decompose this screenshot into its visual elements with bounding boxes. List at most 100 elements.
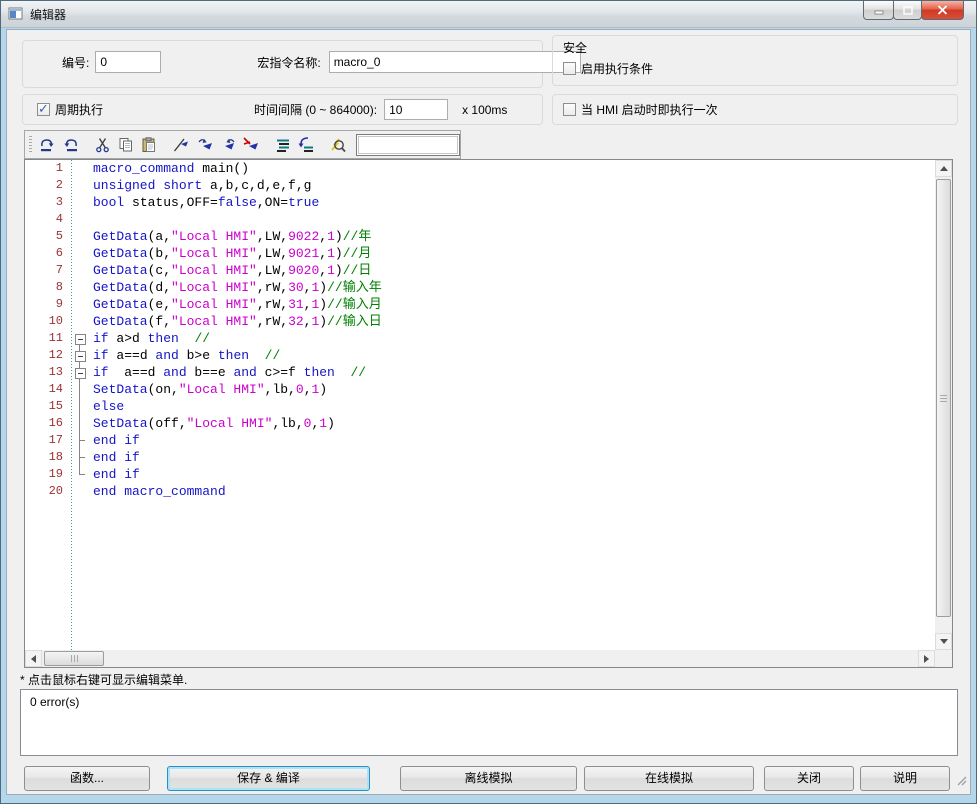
find-button[interactable] bbox=[327, 133, 350, 157]
macro-id-input[interactable] bbox=[95, 51, 161, 73]
code-line[interactable]: 11if a>d then // bbox=[25, 330, 935, 347]
code-line[interactable]: 10GetData(f,"Local HMI",rW,32,1)//输入日 bbox=[25, 313, 935, 330]
bookmark-prev-button[interactable] bbox=[216, 133, 239, 157]
code-line[interactable]: 16SetData(off,"Local HMI",lb,0,1) bbox=[25, 415, 935, 432]
close-dialog-button[interactable]: 关闭 bbox=[764, 766, 854, 791]
code-line[interactable]: 19 end if bbox=[25, 466, 935, 483]
macro-id-label: 编号: bbox=[62, 54, 89, 71]
code-line[interactable]: 14 SetData(on,"Local HMI",lb,0,1) bbox=[25, 381, 935, 398]
maximize-button[interactable] bbox=[893, 1, 922, 20]
scroll-right-button[interactable] bbox=[918, 650, 935, 667]
help-button[interactable]: 说明 bbox=[860, 766, 950, 791]
code-text: SetData(on,"Local HMI",lb,0,1) bbox=[93, 381, 327, 398]
compile-message: 0 error(s) bbox=[30, 695, 79, 709]
code-text: if a>d then // bbox=[93, 330, 210, 347]
fold-column bbox=[73, 262, 87, 279]
code-line[interactable]: 8GetData(d,"Local HMI",rW,30,1)//输入年 bbox=[25, 279, 935, 296]
line-number: 14 bbox=[25, 381, 69, 398]
startup-checkbox[interactable] bbox=[563, 103, 576, 116]
bookmark-clear-button[interactable] bbox=[239, 133, 262, 157]
code-line[interactable]: 5 GetData(a,"Local HMI",LW,9022,1)//年 bbox=[25, 228, 935, 245]
horizontal-scroll-thumb[interactable] bbox=[44, 651, 104, 666]
fold-column bbox=[73, 449, 87, 466]
redo-icon bbox=[62, 136, 80, 154]
code-line[interactable]: 18end if bbox=[25, 449, 935, 466]
fold-collapse-icon[interactable] bbox=[73, 330, 87, 347]
code-line[interactable]: 4 bbox=[25, 211, 935, 228]
minimize-icon bbox=[874, 6, 884, 15]
cut-button[interactable] bbox=[91, 133, 114, 157]
bookmark-clear-icon bbox=[242, 136, 260, 154]
outdent-button[interactable] bbox=[295, 133, 318, 157]
code-text: if a==d and b>e then // bbox=[93, 347, 280, 364]
resize-grip-icon[interactable] bbox=[953, 772, 967, 786]
code-line[interactable]: 20end macro_command bbox=[25, 483, 935, 500]
bookmark-next-button[interactable] bbox=[193, 133, 216, 157]
interval-input[interactable] bbox=[384, 99, 448, 120]
fold-collapse-icon[interactable] bbox=[73, 347, 87, 364]
enable-condition-checkbox[interactable] bbox=[563, 62, 576, 75]
code-line[interactable]: 17 end if bbox=[25, 432, 935, 449]
vertical-scrollbar[interactable] bbox=[935, 160, 952, 650]
code-text: if a==d and b==e and c>=f then // bbox=[93, 364, 366, 381]
line-number: 2 bbox=[25, 177, 69, 194]
code-text: end if bbox=[93, 432, 140, 449]
line-number: 19 bbox=[25, 466, 69, 483]
save-compile-button[interactable]: 保存 & 编译 bbox=[167, 766, 370, 791]
code-text: GetData(a,"Local HMI",LW,9022,1)//年 bbox=[93, 228, 371, 245]
code-text: GetData(d,"Local HMI",rW,30,1)//输入年 bbox=[93, 279, 382, 296]
code-line[interactable]: 12if a==d and b>e then // bbox=[25, 347, 935, 364]
functions-button[interactable]: 函数... bbox=[24, 766, 150, 791]
periodic-checkbox[interactable] bbox=[37, 103, 50, 116]
line-number: 17 bbox=[25, 432, 69, 449]
code-line[interactable]: 9GetData(e,"Local HMI",rW,31,1)//输入月 bbox=[25, 296, 935, 313]
line-number: 5 bbox=[25, 228, 69, 245]
titlebar[interactable]: 编辑器 bbox=[1, 1, 976, 28]
code-line[interactable]: 15else bbox=[25, 398, 935, 415]
code-line[interactable]: 3bool status,OFF=false,ON=true bbox=[25, 194, 935, 211]
code-line[interactable]: 2 unsigned short a,b,c,d,e,f,g bbox=[25, 177, 935, 194]
window-title: 编辑器 bbox=[30, 6, 66, 23]
bookmark-toggle-button[interactable] bbox=[170, 133, 193, 157]
fold-column bbox=[73, 466, 87, 483]
code-text: end if bbox=[93, 466, 140, 483]
outdent-icon bbox=[297, 136, 315, 154]
editor-dialog: 编号: 宏指令名称: 安全 启用执行条件 周期执行 时间间隔 (0 ~ 8640… bbox=[6, 29, 971, 795]
find-input[interactable] bbox=[358, 136, 458, 154]
code-viewport[interactable]: 1macro_command main()2 unsigned short a,b… bbox=[25, 160, 935, 650]
code-line[interactable]: 7GetData(c,"Local HMI",LW,9020,1)//日 bbox=[25, 262, 935, 279]
find-icon bbox=[329, 136, 347, 154]
indent-button[interactable] bbox=[271, 133, 294, 157]
online-simulation-button[interactable]: 在线模拟 bbox=[584, 766, 754, 791]
horizontal-scrollbar[interactable] bbox=[25, 650, 935, 667]
minimize-button[interactable] bbox=[863, 1, 894, 20]
close-button[interactable] bbox=[921, 1, 964, 20]
toolbar-grip[interactable] bbox=[29, 136, 32, 154]
line-number: 7 bbox=[25, 262, 69, 279]
fold-column bbox=[73, 483, 87, 500]
redo-button[interactable] bbox=[59, 133, 82, 157]
line-number: 6 bbox=[25, 245, 69, 262]
vertical-scroll-thumb[interactable] bbox=[936, 179, 951, 617]
code-text: GetData(f,"Local HMI",rW,32,1)//输入日 bbox=[93, 313, 382, 330]
code-text: GetData(e,"Local HMI",rW,31,1)//输入月 bbox=[93, 296, 382, 313]
scroll-down-button[interactable] bbox=[935, 633, 952, 650]
offline-simulation-button[interactable]: 离线模拟 bbox=[400, 766, 577, 791]
copy-icon bbox=[117, 136, 135, 154]
undo-button[interactable] bbox=[36, 133, 59, 157]
code-line[interactable]: 1macro_command main() bbox=[25, 160, 935, 177]
macro-name-input[interactable] bbox=[329, 51, 581, 73]
line-number: 18 bbox=[25, 449, 69, 466]
code-line[interactable]: 6GetData(b,"Local HMI",LW,9021,1)//月 bbox=[25, 245, 935, 262]
interval-label: 时间间隔 (0 ~ 864000): bbox=[254, 101, 377, 118]
scroll-left-button[interactable] bbox=[25, 650, 42, 667]
paste-button[interactable] bbox=[138, 133, 161, 157]
interval-unit-label: x 100ms bbox=[462, 103, 507, 117]
fold-collapse-icon[interactable] bbox=[73, 364, 87, 381]
line-number: 20 bbox=[25, 483, 69, 500]
editor-window: 编辑器 编号: 宏指令名称: 安全 bbox=[0, 0, 977, 804]
code-line[interactable]: 13if a==d and b==e and c>=f then // bbox=[25, 364, 935, 381]
code-text: unsigned short a,b,c,d,e,f,g bbox=[93, 177, 311, 194]
copy-button[interactable] bbox=[114, 133, 137, 157]
scroll-up-button[interactable] bbox=[935, 160, 952, 177]
